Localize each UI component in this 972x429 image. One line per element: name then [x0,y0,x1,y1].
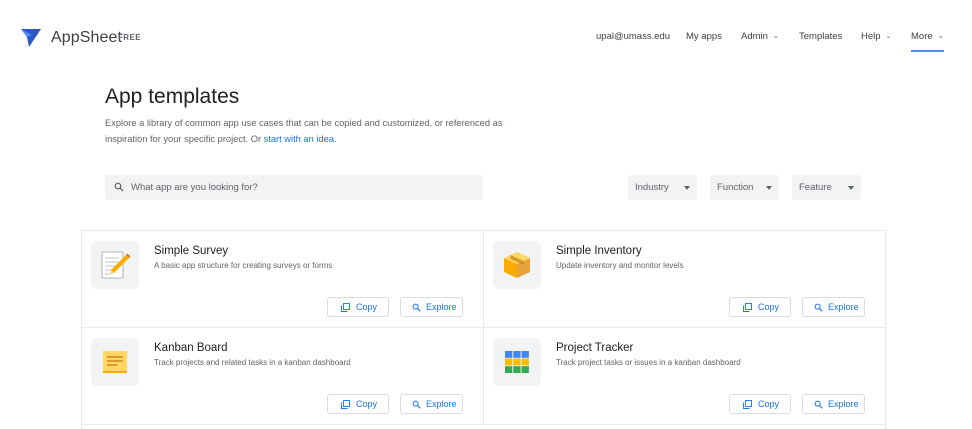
template-description: A basic app structure for creating surve… [154,261,333,270]
nav-more-label: More [911,31,933,42]
feature-filter[interactable]: Feature [792,175,861,200]
template-card-simple-survey[interactable]: Simple Survey A basic app structure for … [82,231,484,328]
brand-name[interactable]: AppSheet [51,29,122,47]
chevron-down-icon: ⌄ [937,33,944,40]
search-icon [814,400,823,409]
copy-button-label: Copy [758,302,780,312]
industry-filter[interactable]: Industry [628,175,697,200]
nav-admin[interactable]: Admin ⌄ [741,31,779,42]
explore-button-label: Explore [828,302,859,312]
function-filter[interactable]: Function [710,175,779,200]
copy-button-label: Copy [356,302,378,312]
explore-button-label: Explore [426,399,457,409]
explore-button[interactable]: Explore [802,394,865,414]
copy-icon [341,400,350,409]
chevron-down-icon: ⌄ [885,33,892,40]
template-thumbnail [91,338,139,386]
search-input[interactable] [131,175,471,200]
template-card-simple-inventory[interactable]: Simple Inventory Update inventory and mo… [484,231,885,328]
search-icon [412,303,421,312]
template-thumbnail [91,241,139,289]
copy-button-label: Copy [356,399,378,409]
nav-my-apps[interactable]: My apps [686,31,722,42]
explore-button[interactable]: Explore [400,297,463,317]
explore-button[interactable]: Explore [802,297,865,317]
search-icon [412,400,421,409]
industry-filter-label: Industry [635,182,669,193]
template-description: Track project tasks or issues in a kanba… [556,358,741,367]
dropdown-caret-icon [684,186,690,190]
search-icon [814,303,823,312]
copy-button-label: Copy [758,399,780,409]
notepad-pencil-icon [101,251,131,279]
copy-button[interactable]: Copy [729,297,791,317]
template-grid: Simple Survey A basic app structure for … [81,230,886,429]
copy-icon [743,400,752,409]
template-description: Track projects and related tasks in a ka… [154,358,351,367]
explore-button[interactable]: Explore [400,394,463,414]
template-thumbnail [493,338,541,386]
explore-button-label: Explore [828,399,859,409]
template-card-project-tracker[interactable]: Project Tracker Track project tasks or i… [484,328,885,425]
copy-icon [341,303,350,312]
nav-admin-label: Admin [741,31,768,42]
template-title: Kanban Board [154,342,228,354]
template-title: Project Tracker [556,342,634,354]
copy-icon [743,303,752,312]
start-with-idea-link[interactable]: start with an idea. [264,134,337,144]
account-email[interactable]: upal@umass.edu [596,31,670,42]
nav-help[interactable]: Help ⌄ [861,31,891,42]
dropdown-caret-icon [766,186,772,190]
function-filter-label: Function [717,182,754,193]
plan-badge: FREE [118,33,141,42]
top-header: AppSheet FREE upal@umass.edu My apps Adm… [0,0,972,72]
search-bar[interactable] [105,175,483,200]
box-icon [504,252,530,278]
template-title: Simple Inventory [556,245,642,257]
explore-button-label: Explore [426,302,457,312]
template-description: Update inventory and monitor levels [556,261,684,270]
nav-help-label: Help [861,31,881,42]
nav-more[interactable]: More ⌄ [911,31,944,42]
template-title: Simple Survey [154,245,229,257]
nav-templates[interactable]: Templates [799,31,842,42]
color-grid-icon [505,351,529,373]
chevron-down-icon: ⌄ [772,33,779,40]
active-nav-indicator [911,50,944,52]
copy-button[interactable]: Copy [327,394,389,414]
copy-button[interactable]: Copy [729,394,791,414]
page-description: Explore a library of common app use case… [105,116,535,147]
feature-filter-label: Feature [799,182,832,193]
sticky-note-icon [103,351,127,373]
dropdown-caret-icon [848,186,854,190]
template-thumbnail [493,241,541,289]
page-title: App templates [105,85,240,108]
appsheet-logo-icon[interactable] [21,29,41,47]
search-icon [114,182,124,192]
copy-button[interactable]: Copy [327,297,389,317]
template-card-kanban-board[interactable]: Kanban Board Track projects and related … [82,328,484,425]
